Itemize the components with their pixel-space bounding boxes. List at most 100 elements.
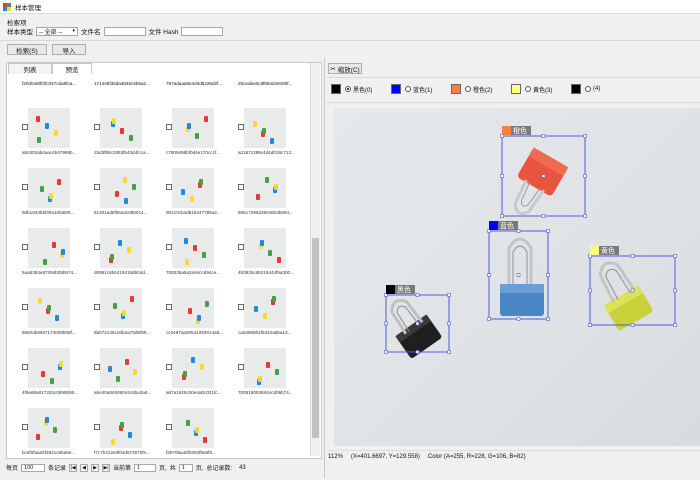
- thumbnail-image[interactable]: [244, 168, 286, 208]
- class-radio[interactable]: [585, 86, 591, 92]
- annotation-canvas[interactable]: 橙色 蓝色 黄色 黑色: [334, 108, 700, 446]
- thumbnail-item[interactable]: a5c803ab4aac4b47999b...: [10, 96, 82, 156]
- thumbnail-item[interactable]: 51301ad8f55a4c09b014...: [82, 156, 154, 216]
- class-radio[interactable]: [405, 86, 411, 92]
- thumbnail-image[interactable]: [100, 108, 142, 148]
- thumbnail-image[interactable]: [100, 168, 142, 208]
- color-swatch[interactable]: [451, 84, 461, 94]
- thumbnail-image[interactable]: [28, 168, 70, 208]
- thumbnail-item[interactable]: c7809458bf0d4e170cc1f...: [154, 96, 226, 156]
- resize-handle[interactable]: [516, 273, 521, 277]
- thumbnail-item[interactable]: 25d3f95c2853f543d4fcca...: [82, 96, 154, 156]
- thumbnail-image[interactable]: [100, 228, 142, 268]
- per-page-select[interactable]: 100: [21, 463, 46, 472]
- current-page-input[interactable]: 1: [134, 463, 157, 472]
- panel-splitter[interactable]: [324, 58, 325, 478]
- resize-handle[interactable]: [630, 288, 635, 293]
- resize-handle[interactable]: [447, 321, 451, 326]
- resize-handle[interactable]: [541, 214, 546, 218]
- vertical-scrollbar[interactable]: [310, 63, 320, 456]
- thumbnail-item[interactable]: 00210cb4d815447789a2...: [154, 156, 226, 216]
- resize-handle[interactable]: [541, 174, 546, 178]
- thumbnail-image[interactable]: [172, 168, 214, 208]
- resize-handle[interactable]: [546, 229, 550, 233]
- legend-item[interactable]: (4): [571, 84, 600, 94]
- class-radio[interactable]: [525, 86, 531, 92]
- resize-handle[interactable]: [546, 273, 550, 277]
- resize-handle[interactable]: [415, 293, 420, 297]
- class-radio[interactable]: [465, 86, 471, 92]
- thumbnail-item[interactable]: f29706a45f0394f9a6f8...: [154, 396, 226, 456]
- resize-handle[interactable]: [583, 134, 587, 138]
- thumbnail-image[interactable]: [100, 408, 142, 448]
- resize-handle[interactable]: [500, 214, 504, 218]
- type-select[interactable]: -- 全部 -- ▾: [36, 26, 78, 36]
- search-button[interactable]: 检索(S): [7, 44, 47, 55]
- thumbnail-item[interactable]: 6682ab5657174006b08f...: [10, 276, 82, 336]
- thumbnail-item[interactable]: 4b0825c65315444f9a300...: [226, 216, 298, 276]
- thumbnail-image[interactable]: [172, 408, 214, 448]
- thumbnail-item[interactable]: a5e40a84609044c6ba3a6...: [82, 336, 154, 396]
- thumbnail-item[interactable]: a67a1926c00e4a0c031fc...: [154, 336, 226, 396]
- thumbnail-image[interactable]: [28, 108, 70, 148]
- thumbnail-item[interactable]: a2187c289c4d4d018c713...: [226, 96, 298, 156]
- prev-page-button[interactable]: ◀: [80, 463, 89, 472]
- resize-handle[interactable]: [583, 174, 587, 178]
- legend-item[interactable]: 黄色(3): [511, 84, 552, 94]
- resize-handle[interactable]: [500, 174, 504, 178]
- thumbnail-item[interactable]: 708335a5a2a94ccd94ce...: [154, 216, 226, 276]
- legend-item[interactable]: 蓝色(1): [391, 84, 432, 94]
- resize-handle[interactable]: [588, 323, 592, 327]
- thumbnail-image[interactable]: [172, 348, 214, 388]
- last-page-button[interactable]: ▶|: [102, 463, 111, 472]
- thumbnail-item[interactable]: bc5f0faa26f3841c6ba6e...: [10, 396, 82, 456]
- resize-handle[interactable]: [673, 254, 677, 258]
- thumbnail-image[interactable]: [244, 288, 286, 328]
- thumbnail-image[interactable]: [244, 348, 286, 388]
- thumbnail-image[interactable]: [172, 288, 214, 328]
- resize-handle[interactable]: [447, 293, 451, 297]
- resize-handle[interactable]: [588, 288, 592, 293]
- thumbnail-item[interactable]: 4f9a68a817334c0599b06...: [10, 336, 82, 396]
- thumbnail-item[interactable]: 5aa5384e87394b05b574...: [10, 216, 82, 276]
- thumbnail-image[interactable]: [244, 228, 286, 268]
- resize-handle[interactable]: [673, 288, 677, 293]
- thumbnail-item[interactable]: 9db1934b5f39410fa936...: [10, 156, 82, 216]
- import-button[interactable]: 导入: [52, 44, 86, 55]
- thumbnail-image[interactable]: [172, 228, 214, 268]
- resize-handle[interactable]: [673, 323, 677, 327]
- thumbnail-item[interactable]: 7005180936844cd06b74...: [226, 336, 298, 396]
- file-name-input[interactable]: [103, 26, 146, 36]
- scroll-thumb[interactable]: [312, 238, 319, 438]
- annotation-svg[interactable]: 橙色蓝色黄色黑色: [334, 108, 700, 446]
- legend-item[interactable]: 黑色(0): [331, 84, 372, 94]
- zoom-button[interactable]: ✂ 缩放(C): [328, 63, 362, 74]
- resize-handle[interactable]: [384, 350, 388, 354]
- color-swatch[interactable]: [391, 84, 401, 94]
- thumbnail-item[interactable]: 6bb7214610db4a70d5f99...: [82, 276, 154, 336]
- resize-handle[interactable]: [541, 134, 546, 138]
- thumbnail-item[interactable]: ca0485601f5342a5ba13...: [226, 276, 298, 336]
- thumbnail-item[interactable]: cc0497aa30544293914a8...: [154, 276, 226, 336]
- thumbnail-item[interactable]: d0951c8544194156b04d...: [82, 216, 154, 276]
- first-page-button[interactable]: |◀: [69, 463, 78, 472]
- resize-handle[interactable]: [487, 273, 491, 277]
- class-radio[interactable]: [345, 86, 351, 92]
- thumbnail-image[interactable]: [172, 108, 214, 148]
- thumbnail-item[interactable]: f7c7b412e8f04d673970fe...: [82, 396, 154, 456]
- thumbnail-image[interactable]: [100, 348, 142, 388]
- thumbnail-image[interactable]: [100, 288, 142, 328]
- resize-handle[interactable]: [447, 350, 451, 354]
- thumbnail-image[interactable]: [28, 228, 70, 268]
- resize-handle[interactable]: [546, 317, 550, 321]
- thumbnail-image[interactable]: [244, 108, 286, 148]
- resize-handle[interactable]: [487, 317, 491, 321]
- resize-handle[interactable]: [630, 254, 635, 258]
- tab-preview[interactable]: 预览: [52, 63, 92, 74]
- tab-list[interactable]: 列表: [8, 63, 52, 74]
- thumbnail-image[interactable]: [28, 348, 70, 388]
- color-swatch[interactable]: [331, 84, 341, 94]
- resize-handle[interactable]: [415, 350, 420, 354]
- resize-handle[interactable]: [516, 317, 521, 321]
- resize-handle[interactable]: [583, 214, 587, 218]
